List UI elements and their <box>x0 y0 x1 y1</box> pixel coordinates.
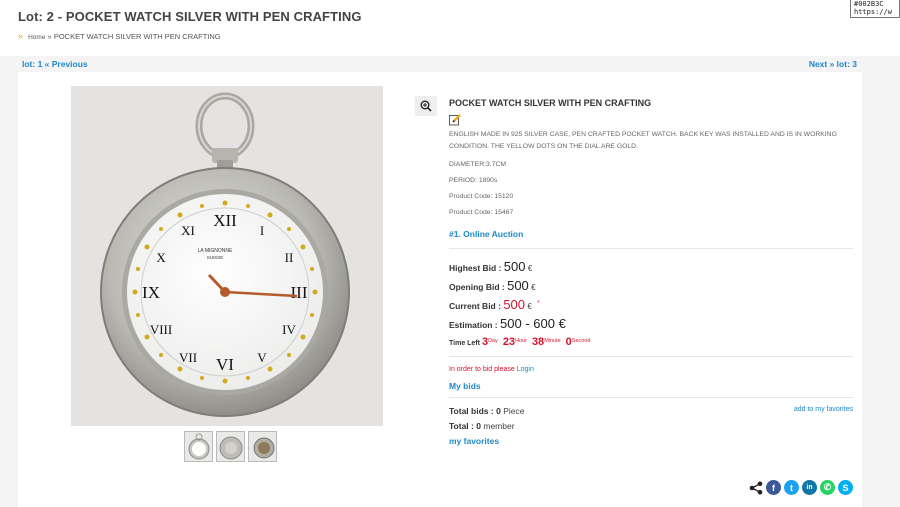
currency-symbol: € <box>527 302 532 311</box>
current-bid-value: 500 <box>503 297 526 312</box>
lot-panel: XII VI IX III I II IV V VII VIII X XI LA… <box>18 72 862 507</box>
login-prompt: In order to bid please Login <box>449 366 853 373</box>
svg-text:VI: VI <box>216 355 234 374</box>
diameter-text: DIAMETER:3.7CM <box>449 161 507 168</box>
opening-bid: Opening Bid : 500 € <box>449 278 853 293</box>
whatsapp-icon[interactable]: ✆ <box>820 480 835 495</box>
total-unit: member <box>483 421 515 431</box>
product-title: POCKET WATCH SILVER WITH PEN CRAFTING <box>449 98 652 108</box>
auction-link[interactable]: #1. Online Auction <box>449 229 853 239</box>
thumbnail-strip <box>184 431 277 462</box>
breadcrumb: » Home » POCKET WATCH SILVER WITH PEN CR… <box>18 31 882 41</box>
current-bid-label: Current Bid : <box>449 301 501 311</box>
svg-text:II: II <box>285 250 294 265</box>
minutes-value: 38 <box>531 336 545 348</box>
login-prompt-text: In order to bid please <box>449 366 515 373</box>
estimation: Estimation : 500 - 600 € <box>449 316 853 331</box>
info-dot-icon: ° <box>537 301 540 308</box>
time-left-label: Time Left <box>449 340 480 347</box>
highest-bid-value: 500 <box>503 259 526 274</box>
svg-text:XI: XI <box>181 223 195 238</box>
zoom-in-icon <box>420 100 432 112</box>
seconds-unit: Second <box>571 337 591 344</box>
highest-bid-label: Highest Bid : <box>449 263 502 273</box>
next-lot-link[interactable]: Next » lot: 3 <box>809 59 857 72</box>
product-info: POCKET WATCH SILVER WITH PEN CRAFTING EN… <box>449 98 853 446</box>
svg-text:IX: IX <box>142 283 160 302</box>
total-label: Total : <box>449 421 474 431</box>
page-header: Lot: 2 - POCKET WATCH SILVER WITH PEN CR… <box>0 0 900 56</box>
thumbnail-1[interactable] <box>184 431 213 462</box>
login-link[interactable]: Login <box>517 366 534 373</box>
opening-bid-label: Opening Bid : <box>449 282 505 292</box>
estimation-label: Estimation : <box>449 320 498 330</box>
product-image[interactable]: XII VI IX III I II IV V VII VIII X XI LA… <box>71 86 383 426</box>
opening-bid-value: 500 <box>507 278 529 293</box>
svg-text:I: I <box>260 223 264 238</box>
share-bar: f t in ✆ S <box>749 480 853 495</box>
svg-text:LA MIGNONNE: LA MIGNONNE <box>198 248 233 254</box>
tooltip-line-1: #002B3C <box>854 0 884 8</box>
currency-symbol: € <box>531 283 536 292</box>
linkedin-icon[interactable]: in <box>802 480 817 495</box>
divider <box>449 356 853 357</box>
thumbnail-3[interactable] <box>248 431 277 462</box>
hours-unit: Hour <box>515 337 527 344</box>
product-code-1: Product Code: 15120 <box>449 193 514 200</box>
divider <box>449 397 853 398</box>
period-text: PERIOD: 1890s <box>449 177 498 184</box>
lot-navigation: lot: 1 « Previous Next » lot: 3 <box>0 56 900 72</box>
total-members: Total : 0 member <box>449 421 853 431</box>
total-value: 0 <box>476 421 481 431</box>
tooltip-line-2: https://w <box>854 8 892 16</box>
add-to-favorites-link[interactable]: add to my favorites <box>794 406 853 413</box>
minutes-unit: Minute <box>544 337 561 344</box>
facebook-icon[interactable]: f <box>766 480 781 495</box>
svg-text:IV: IV <box>282 322 296 337</box>
seconds-value: 0 <box>565 336 572 348</box>
thumbnail-2[interactable] <box>216 431 245 462</box>
my-bids-link[interactable]: My bids <box>449 381 853 391</box>
share-icon[interactable] <box>749 481 763 495</box>
product-description: ENGLISH MADE IN 925 SILVER CASE, PEN CRA… <box>449 131 837 150</box>
total-bids: Total bids : 0 Piece add to my favorites <box>449 406 853 416</box>
zoom-button[interactable] <box>415 96 437 116</box>
page-title: Lot: 2 - POCKET WATCH SILVER WITH PEN CR… <box>18 9 362 24</box>
svg-text:VIII: VIII <box>150 322 172 337</box>
breadcrumb-marker: » <box>18 31 24 41</box>
skype-icon[interactable]: S <box>838 480 853 495</box>
svg-text:X: X <box>156 250 166 265</box>
breadcrumb-home-link[interactable]: Home <box>28 34 45 41</box>
svg-text:VII: VII <box>179 350 197 365</box>
twitter-icon[interactable]: t <box>784 480 799 495</box>
svg-text:SUISSE: SUISSE <box>207 255 224 260</box>
estimation-value: 500 - 600 € <box>500 316 566 331</box>
currency-symbol: € <box>527 264 533 273</box>
breadcrumb-current: POCKET WATCH SILVER WITH PEN CRAFTING <box>53 32 221 41</box>
current-bid: Current Bid : 500 € ° <box>449 297 853 312</box>
svg-text:III: III <box>291 283 308 302</box>
total-bids-unit: Piece <box>503 406 525 416</box>
total-bids-label: Total bids : <box>449 406 494 416</box>
svg-text:XII: XII <box>213 211 237 230</box>
days-unit: Day <box>488 337 498 344</box>
url-tooltip: #002B3C https://w <box>850 0 900 18</box>
breadcrumb-separator: » <box>47 32 52 41</box>
highest-bid: Highest Bid : 500 € <box>449 259 853 274</box>
hours-value: 23 <box>502 336 516 348</box>
product-code-2: Product Code: 15467 <box>449 209 514 216</box>
my-favorites-link[interactable]: my favorites <box>449 436 853 446</box>
divider <box>449 248 853 249</box>
edit-note-icon[interactable] <box>449 114 461 126</box>
previous-lot-link[interactable]: lot: 1 « Previous <box>22 59 88 72</box>
time-left-countdown: Time Left 3Day 23Hour 38Minute 0Second <box>449 336 853 348</box>
total-bids-value: 0 <box>496 406 501 416</box>
svg-text:V: V <box>257 350 267 365</box>
